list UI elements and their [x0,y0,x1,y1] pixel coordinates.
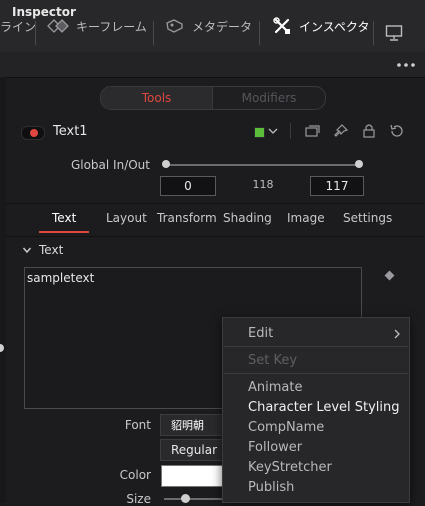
color-label: Color [119,468,151,482]
toolbar-metadata-button[interactable]: メタデータ [165,0,252,52]
submenu-arrow [393,328,401,340]
node-row-separator [290,123,291,139]
active-tab-indicator [39,231,89,233]
menu-item-keystretcher[interactable]: KeyStretcher [248,460,332,475]
tab-settings[interactable]: Settings [343,211,392,225]
node-name: Text1 [53,124,88,139]
font-family-value: 貂明朝 [171,419,204,432]
versions-icon [305,125,320,137]
toolbar-metadata-label: メタデータ [192,19,253,34]
inspector-title: Inspector [12,5,76,19]
more-options-button[interactable] [394,57,418,73]
modifiers-tab[interactable]: Modifiers [213,87,325,109]
global-in-field[interactable]: 0 [160,176,216,196]
node-color-dropdown[interactable] [268,127,278,135]
more-dots-icon [397,63,415,67]
tab-shading[interactable]: Shading [223,211,272,225]
tab-image[interactable]: Image [287,211,325,225]
global-out-handle[interactable] [355,160,363,168]
inspector-tools-icon [273,17,290,34]
menu-item-compname[interactable]: CompName [248,420,324,435]
toolbar-inspector-button[interactable]: インスペクタ [272,0,369,52]
font-style-dropdown[interactable]: Regular [160,439,226,461]
toolbar-separator [35,21,36,45]
keyframe-diamond-icon[interactable] [384,270,395,281]
metadata-tag-icon [166,19,183,33]
styled-text-value: sampletext [27,271,95,285]
global-inout-label: Global In/Out [70,158,150,172]
font-style-value: Regular [171,443,218,457]
text-color-swatch[interactable] [161,465,227,487]
reset-icon [390,124,403,137]
toolbar-separator [373,21,374,45]
toolbar-separator [153,21,154,45]
reset-button[interactable] [389,123,405,139]
section-title: Text [39,243,64,257]
menu-separator [224,373,408,374]
chevron-down-icon [268,128,278,134]
lock-button[interactable] [362,123,376,139]
font-label: Font [124,418,151,432]
section-collapse-toggle[interactable] [22,245,32,255]
pin-button[interactable] [333,123,349,139]
font-family-dropdown[interactable]: 貂明朝 [160,414,226,436]
versions-button[interactable] [305,124,321,138]
toolbar-separator [259,21,260,45]
menu-item-publish[interactable]: Publish [248,480,294,495]
tab-transform[interactable]: Transform [157,211,217,225]
tab-layout[interactable]: Layout [106,211,147,225]
tab-text[interactable]: Text [52,211,76,225]
menu-item-character-level-styling[interactable]: Character Level Styling [248,400,400,415]
size-slider[interactable] [164,498,224,500]
node-enable-toggle[interactable] [21,126,45,140]
toolbar-lines-label: ライン [0,19,37,34]
left-edge-strip [0,77,6,503]
menu-item-set-key: Set Key [248,353,298,368]
keyframes-icon [47,19,69,33]
tools-tab[interactable]: Tools [101,87,213,109]
toolbar-keyframes-label: キーフレーム [76,19,147,34]
global-duration-value: 118 [252,178,274,191]
chevron-down-icon [22,247,32,254]
divider [6,203,425,204]
pin-icon [334,124,349,137]
menu-item-animate[interactable]: Animate [248,380,302,395]
menu-item-edit[interactable]: Edit [248,326,273,341]
chevron-right-icon [394,329,400,339]
inspector-header [0,52,425,78]
menu-item-follower[interactable]: Follower [248,440,302,455]
divider [6,236,425,237]
monitor-icon [385,25,403,41]
global-inout-range-slider[interactable] [166,164,359,166]
toolbar-monitor-button[interactable] [385,24,403,42]
size-label: Size [126,492,151,506]
lock-icon [363,124,375,138]
size-slider-handle[interactable] [181,494,190,503]
tools-modifiers-switch: Tools Modifiers [100,86,326,110]
toolbar-inspector-label: インスペクタ [299,19,370,34]
global-in-handle[interactable] [162,160,170,168]
node-color-swatch[interactable] [254,127,265,138]
global-out-field[interactable]: 117 [310,176,364,196]
menu-separator [224,346,408,347]
